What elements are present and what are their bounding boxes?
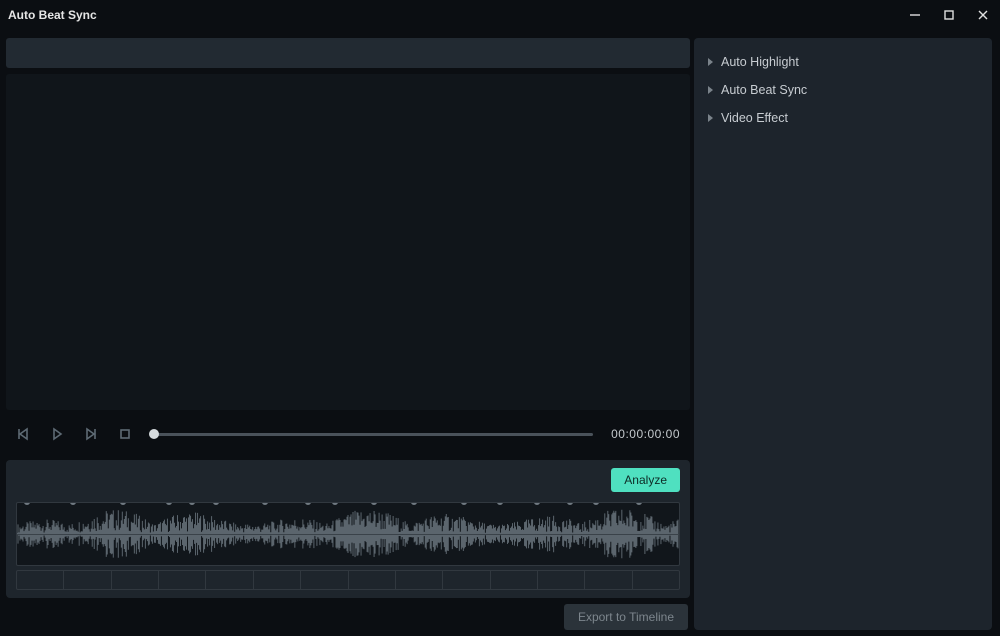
beat-marker [305,502,311,505]
left-panel: 00:00:00:00 Analyze Export to Timeline [0,30,694,636]
titlebar: Auto Beat Sync [0,0,1000,30]
segment-cell [159,571,206,589]
beat-marker [332,502,338,505]
beat-marker [593,502,599,505]
beat-marker [213,502,219,505]
segment-cell [301,571,348,589]
playback-controls: 00:00:00:00 [6,418,690,450]
beat-marker [70,502,76,505]
segment-cell [491,571,538,589]
segment-cell [538,571,585,589]
minimize-button[interactable] [898,0,932,30]
window-title: Auto Beat Sync [8,8,97,22]
beat-marker [166,502,172,505]
next-frame-button[interactable] [80,423,102,445]
beat-marker [371,502,377,505]
bottom-actions: Export to Timeline [6,604,690,630]
sidebar-item-label: Auto Beat Sync [721,83,807,97]
beat-marker [461,502,467,505]
beat-marker [497,502,503,505]
sidebar-item-auto-beat-sync[interactable]: Auto Beat Sync [704,76,982,104]
right-panel: Auto Highlight Auto Beat Sync Video Effe… [694,38,992,630]
segment-cell [633,571,679,589]
beat-marker [120,502,126,505]
analyze-button[interactable]: Analyze [611,468,680,492]
waveform-centerline [17,534,679,535]
segment-cell [585,571,632,589]
beat-marker [411,502,417,505]
beat-marker [189,502,195,505]
close-button[interactable] [966,0,1000,30]
segment-cell [254,571,301,589]
segment-cell [206,571,253,589]
stop-icon [118,427,132,441]
video-preview [6,74,690,410]
play-button[interactable] [46,423,68,445]
segment-cell [112,571,159,589]
minimize-icon [910,10,920,20]
chevron-right-icon [708,114,713,122]
stop-button[interactable] [114,423,136,445]
filename-bar [6,38,690,68]
chevron-right-icon [708,86,713,94]
beat-marker [262,502,268,505]
chevron-right-icon [708,58,713,66]
beat-marker [567,502,573,505]
window-controls [898,0,1000,30]
maximize-button[interactable] [932,0,966,30]
waveform-display[interactable] [16,502,680,566]
segment-cell [64,571,111,589]
sidebar-item-video-effect[interactable]: Video Effect [704,104,982,132]
beat-marker [24,502,30,505]
maximize-icon [944,10,954,20]
prev-frame-button[interactable] [12,423,34,445]
segment-cell [349,571,396,589]
prev-frame-icon [16,427,30,441]
sidebar-item-auto-highlight[interactable]: Auto Highlight [704,48,982,76]
segment-cell [396,571,443,589]
sidebar-item-label: Video Effect [721,111,788,125]
segment-ruler [16,570,680,590]
play-icon [50,427,64,441]
sidebar-item-label: Auto Highlight [721,55,799,69]
close-icon [978,10,988,20]
seek-thumb[interactable] [149,429,159,439]
segment-cell [17,571,64,589]
waveform-panel: Analyze [6,460,690,598]
segment-cell [443,571,490,589]
export-button[interactable]: Export to Timeline [564,604,688,630]
beat-marker [534,502,540,505]
timecode-display: 00:00:00:00 [611,427,680,441]
beat-markers [17,502,679,507]
beat-marker [636,502,642,505]
seek-bar[interactable] [154,433,593,436]
next-frame-icon [84,427,98,441]
